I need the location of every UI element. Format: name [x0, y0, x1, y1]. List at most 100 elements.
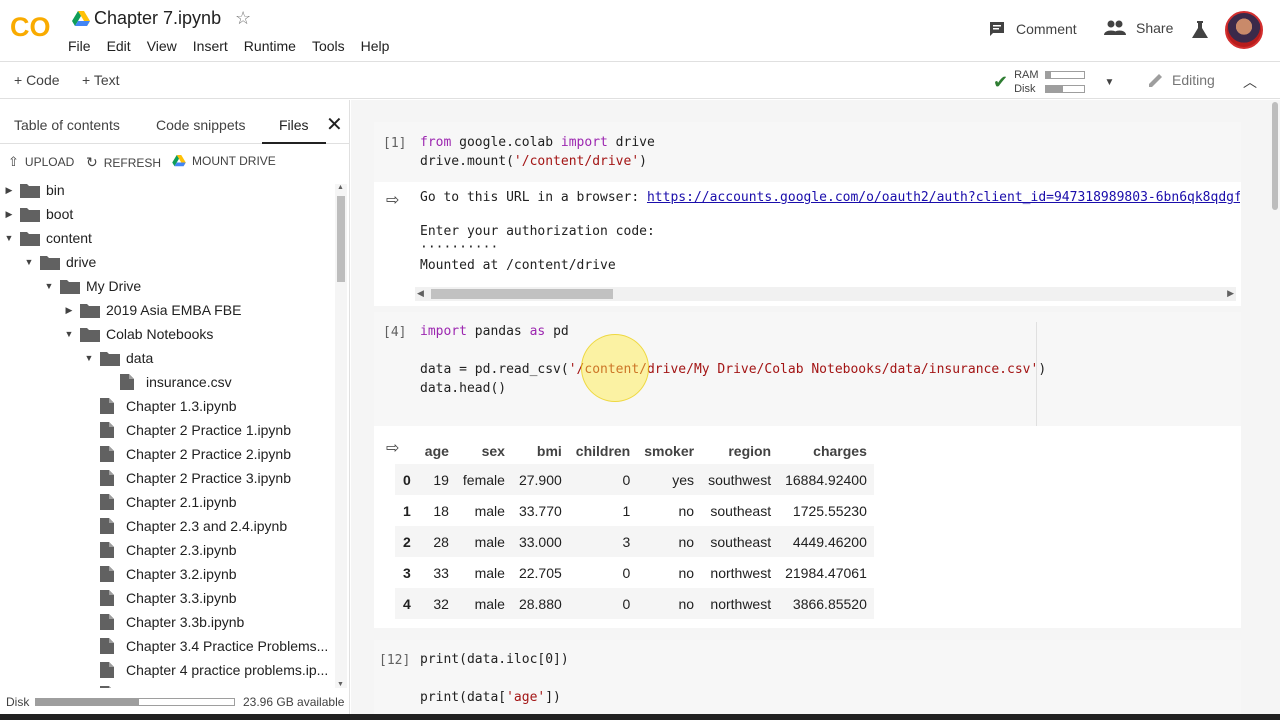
- output-horizontal-scrollbar[interactable]: ◀ ▶: [415, 287, 1236, 301]
- scroll-down-icon[interactable]: ▼: [337, 681, 344, 688]
- code-cell-3[interactable]: [12] print(data.iloc[0]) print(data['age…: [374, 640, 1241, 714]
- file-item[interactable]: Chapter 2 Practice 3.ipynb: [82, 466, 291, 490]
- upload-label: UPLOAD: [24, 155, 75, 169]
- file-item[interactable]: Chapter 2.3 and 2.4.ipynb: [82, 514, 287, 538]
- cell-source[interactable]: import pandas as pd data = pd.read_csv('…: [420, 322, 1046, 398]
- folder-item[interactable]: ▼ data: [82, 346, 153, 370]
- sidebar-scrollbar[interactable]: ▲ ▼: [335, 184, 347, 688]
- file-item[interactable]: Chapter 4.2.ipynb: [82, 682, 237, 688]
- auth-url-link[interactable]: https://accounts.google.com/o/oauth2/aut…: [647, 190, 1240, 205]
- tree-item-label: Colab Notebooks: [106, 326, 214, 342]
- menu-edit[interactable]: Edit: [107, 38, 131, 54]
- table-cell: 1: [622, 502, 631, 519]
- cell-source[interactable]: print(data.iloc[0]) print(data['age']): [420, 650, 569, 707]
- dropdown-arrow-icon[interactable]: ▼: [1105, 77, 1115, 88]
- code-cell-1[interactable]: [1] from google.colab import drive drive…: [374, 122, 1241, 182]
- share-button[interactable]: Share: [1104, 20, 1173, 36]
- folder-item[interactable]: ▶ 2019 Asia EMBA FBE: [62, 298, 241, 322]
- colab-logo[interactable]: CO: [10, 12, 56, 42]
- notebook-scrollbar[interactable]: [1270, 100, 1280, 714]
- file-item[interactable]: Chapter 4 practice problems.ip...: [82, 658, 328, 682]
- flask-icon[interactable]: [1192, 21, 1208, 39]
- tab-code-snippets[interactable]: Code snippets: [156, 117, 246, 133]
- resource-monitor[interactable]: ✔ RAM Disk ▼: [993, 68, 1114, 96]
- tab-files[interactable]: Files: [279, 117, 309, 133]
- menu-help[interactable]: Help: [361, 38, 390, 54]
- file-icon: [100, 638, 120, 654]
- folder-item[interactable]: ▶ bin: [2, 178, 65, 202]
- menu-tools[interactable]: Tools: [312, 38, 345, 54]
- folder-item[interactable]: ▼ drive: [22, 250, 96, 274]
- google-drive-icon[interactable]: [72, 11, 90, 27]
- scroll-up-icon[interactable]: ▲: [337, 184, 344, 191]
- tree-item-label: Chapter 3.4 Practice Problems...: [126, 638, 329, 654]
- comment-button[interactable]: Comment: [988, 20, 1077, 38]
- refresh-button[interactable]: ↻ REFRESH: [86, 154, 161, 171]
- scroll-left-icon[interactable]: ◀: [417, 288, 424, 299]
- output-scroll-thumb[interactable]: [431, 289, 613, 299]
- cell-source[interactable]: from google.colab import drive drive.mou…: [420, 133, 655, 171]
- file-item[interactable]: Chapter 3.4 Practice Problems...: [82, 634, 328, 658]
- code-token: drive.mount(: [420, 154, 514, 169]
- menu-view[interactable]: View: [147, 38, 177, 54]
- line-length-ruler: [1036, 322, 1037, 426]
- comment-label: Comment: [1016, 21, 1077, 37]
- mount-drive-button[interactable]: MOUNT DRIVE: [172, 154, 276, 168]
- add-code-button[interactable]: + Code: [14, 72, 60, 88]
- file-item[interactable]: Chapter 2.3.ipynb: [82, 538, 237, 562]
- caret-down-icon[interactable]: ▼: [2, 233, 16, 243]
- table-row: 0 19 female 27.900 0 yes southwest 16884.92400: [395, 464, 874, 495]
- table-cell: male: [474, 533, 505, 550]
- caret-right-icon[interactable]: ▶: [2, 185, 16, 196]
- menu-runtime[interactable]: Runtime: [244, 38, 296, 54]
- menu-file[interactable]: File: [68, 38, 91, 54]
- taskbar-strip: [0, 714, 1280, 720]
- file-item[interactable]: Chapter 3.2.ipynb: [82, 562, 237, 586]
- table-row: 3 33 male 22.705 0 no northwest 21984.47061: [395, 557, 874, 588]
- close-sidebar-icon[interactable]: ✕: [326, 112, 343, 137]
- file-icon: [100, 566, 120, 582]
- sidebar-scroll-thumb[interactable]: [337, 196, 345, 282]
- file-item[interactable]: Chapter 2.1.ipynb: [82, 490, 237, 514]
- menu-bar: File Edit View Insert Runtime Tools Help: [68, 38, 405, 54]
- code-cell-2[interactable]: [4] import pandas as pd data = pd.read_c…: [374, 312, 1241, 426]
- folder-icon: [40, 254, 60, 270]
- tree-item-label: data: [126, 350, 154, 366]
- add-text-button[interactable]: + Text: [82, 72, 120, 88]
- folder-item[interactable]: ▼ content: [2, 226, 92, 250]
- collapse-header-icon[interactable]: ︿: [1243, 72, 1257, 92]
- file-item[interactable]: Chapter 3.3b.ipynb: [82, 610, 244, 634]
- caret-down-icon[interactable]: ▼: [82, 353, 96, 363]
- row-index: 3: [403, 564, 411, 581]
- file-item[interactable]: Chapter 1.3.ipynb: [82, 394, 237, 418]
- table-cell: 1725.55230: [792, 502, 867, 519]
- star-icon[interactable]: ☆: [235, 8, 251, 29]
- caret-right-icon[interactable]: ▶: [2, 209, 16, 220]
- upload-button[interactable]: ⇧ UPLOAD: [8, 154, 74, 170]
- caret-down-icon[interactable]: ▼: [62, 329, 76, 339]
- file-item[interactable]: insurance.csv: [102, 370, 232, 394]
- file-item[interactable]: Chapter 3.3.ipynb: [82, 586, 237, 610]
- table-row: 2 28 male 33.000 3 no southeast 4449.46200: [395, 526, 874, 557]
- caret-right-icon[interactable]: ▶: [62, 305, 76, 316]
- table-cell: southwest: [708, 471, 772, 488]
- notebook-scroll-thumb[interactable]: [1272, 102, 1278, 210]
- caret-down-icon[interactable]: ▼: [42, 281, 56, 291]
- folder-item[interactable]: ▼ My Drive: [42, 274, 141, 298]
- table-row: 1 18 male 33.770 1 no southeast 1725.55230: [395, 495, 874, 526]
- menu-insert[interactable]: Insert: [193, 38, 228, 54]
- exec-count: [4]: [383, 325, 407, 340]
- caret-down-icon[interactable]: ▼: [22, 257, 36, 267]
- output-icon[interactable]: ⇨: [386, 190, 399, 210]
- file-item[interactable]: Chapter 2 Practice 2.ipynb: [82, 442, 291, 466]
- file-item[interactable]: Chapter 2 Practice 1.ipynb: [82, 418, 291, 442]
- folder-icon: [20, 206, 40, 222]
- folder-item[interactable]: ▶ boot: [2, 202, 73, 226]
- code-token: '/content/drive': [513, 154, 640, 169]
- tab-table-of-contents[interactable]: Table of contents: [14, 117, 120, 133]
- scroll-right-icon[interactable]: ▶: [1227, 288, 1234, 299]
- editing-mode-button[interactable]: Editing: [1148, 72, 1215, 88]
- notebook-title[interactable]: Chapter 7.ipynb: [94, 8, 221, 29]
- avatar[interactable]: [1225, 11, 1263, 49]
- folder-item[interactable]: ▼ Colab Notebooks: [62, 322, 213, 346]
